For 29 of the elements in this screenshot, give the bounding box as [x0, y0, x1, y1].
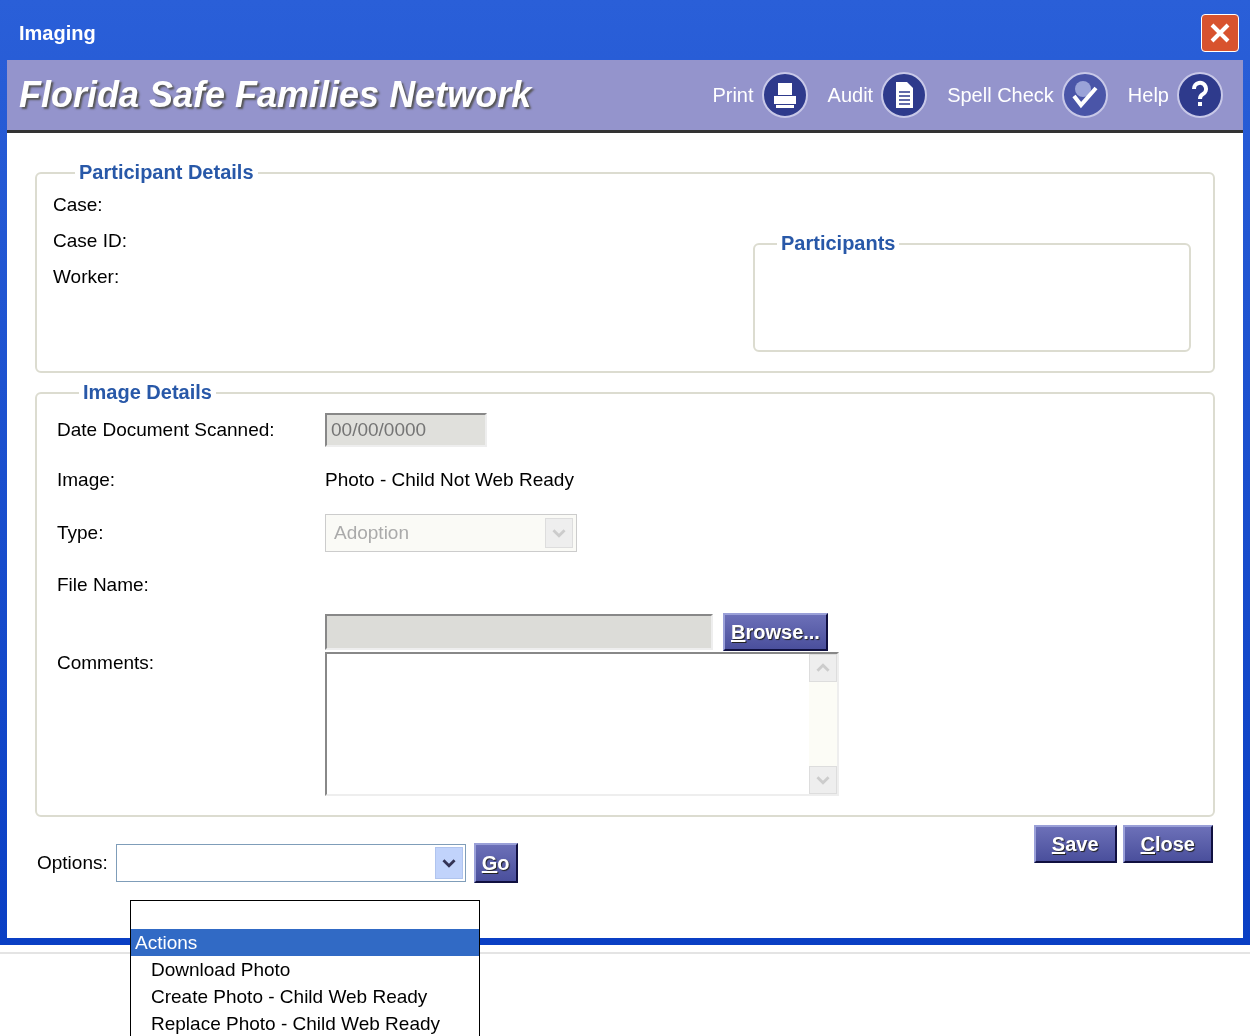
menu-item[interactable]: Replace Photo - Child Web Ready: [131, 1010, 479, 1036]
options-dropdown[interactable]: [115, 844, 466, 882]
image-value: Photo - Child Not Web Ready: [325, 469, 574, 491]
field-label: Worker:: [53, 266, 121, 288]
close-button[interactable]: [1201, 14, 1239, 52]
help-icon: [1177, 72, 1223, 118]
menu-item[interactable]: Download Photo: [131, 956, 479, 983]
menu-item[interactable]: Create Photo - Child Web Ready: [131, 983, 479, 1010]
menu-item[interactable]: Actions: [131, 929, 479, 956]
section-title: Participants: [780, 232, 897, 255]
section-title: Image Details: [82, 381, 213, 404]
go-button[interactable]: Go: [473, 843, 518, 883]
field-label: Type:: [57, 522, 104, 544]
form-button[interactable]: Close: [1122, 825, 1213, 863]
field-label: Options:: [37, 852, 108, 874]
section-title: Participant Details: [78, 161, 255, 184]
field-label: Date Document Scanned:: [57, 419, 275, 441]
window-title: Imaging: [19, 21, 96, 45]
field-label: Case:: [53, 194, 104, 216]
document-icon: [881, 72, 928, 118]
form-button[interactable]: Save: [1033, 825, 1117, 863]
field-label: Image:: [57, 469, 116, 491]
printer-icon: [761, 72, 808, 118]
app-title: Florida Safe Families Network: [19, 74, 534, 116]
checkmark-icon: [1061, 72, 1108, 118]
field-label: Case ID:: [53, 230, 128, 252]
field-label: File Name:: [57, 574, 149, 596]
field-label: Comments:: [57, 652, 155, 674]
close-icon: [1208, 21, 1232, 45]
